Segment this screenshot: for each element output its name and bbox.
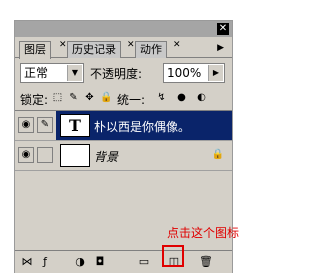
layer-thumbnail (60, 144, 90, 167)
lock-brush-icon[interactable]: ✎ (68, 92, 79, 103)
new-group-icon[interactable]: ▭ (137, 255, 151, 269)
panel-titlebar[interactable]: ✕ (15, 21, 232, 37)
layers-bottom-toolbar: ⋈ ƒ ◑ ◘ ▭ ◫ 🗑 (15, 250, 232, 273)
mask-icon[interactable]: ◘ (93, 255, 107, 269)
tab-close-icon[interactable]: ✕ (173, 40, 181, 50)
fill-adjust-icon[interactable]: ◑ (73, 255, 87, 269)
tab-close-icon[interactable]: ✕ (127, 40, 135, 50)
tab-layers[interactable]: 图层 (19, 41, 51, 59)
unify-style-icon[interactable]: ◐ (196, 92, 207, 103)
layer-thumbnail: T (60, 114, 90, 137)
panel-menu-arrow-icon[interactable]: ▶ (217, 43, 224, 53)
layer-content[interactable]: 背景 🔒 (56, 141, 232, 170)
eye-icon[interactable]: ◉ (18, 147, 34, 163)
unify-visibility-icon[interactable]: ● (176, 92, 187, 103)
lock-row: 锁定: ⬚ ✎ ✥ 🔒 统一: ↯ ● ◐ (20, 91, 230, 107)
opacity-stepper-icon[interactable]: ▶ (208, 65, 223, 81)
layer-row[interactable]: ◉ 背景 🔒 (15, 141, 232, 171)
opacity-label: 不透明度: (90, 67, 143, 81)
trash-icon[interactable]: 🗑 (199, 255, 213, 269)
layer-style-icon[interactable]: ƒ (38, 255, 52, 269)
chevron-down-icon[interactable]: ▼ (67, 65, 82, 81)
link-layers-icon[interactable]: ⋈ (20, 255, 34, 269)
lock-move-icon[interactable]: ✥ (84, 92, 95, 103)
layer-row[interactable]: ◉ ✎ T 朴以西是你偶像。 (15, 111, 232, 141)
highlight-box (162, 245, 184, 267)
opacity-input[interactable]: 100% ▶ (163, 63, 225, 83)
blend-opacity-row: 正常 ▼ 不透明度: 100% ▶ (20, 63, 228, 85)
tab-close-icon[interactable]: ✕ (59, 40, 67, 50)
tab-actions[interactable]: 动作 (135, 41, 167, 58)
layer-content[interactable]: T 朴以西是你偶像。 (56, 111, 232, 140)
link-slot[interactable] (37, 147, 53, 163)
lock-transparent-icon[interactable]: ⬚ (52, 92, 63, 103)
eye-icon[interactable]: ◉ (18, 117, 34, 133)
brush-icon[interactable]: ✎ (37, 117, 53, 133)
layer-name: 朴以西是你偶像。 (94, 120, 191, 134)
layer-name: 背景 (94, 150, 119, 164)
blend-mode-select[interactable]: 正常 ▼ (20, 63, 84, 83)
unify-label: 统一: (117, 93, 146, 107)
lock-all-icon[interactable]: 🔒 (100, 92, 112, 103)
lock-icon: 🔒 (211, 149, 224, 160)
annotation-callout: 点击这个图标 (167, 226, 240, 240)
lock-label: 锁定: (20, 93, 49, 107)
tab-history[interactable]: 历史记录 (67, 41, 121, 58)
unify-position-icon[interactable]: ↯ (156, 92, 167, 103)
panel-tabs: 图层 ✕ 历史记录 ✕ 动作 ✕ (15, 39, 232, 59)
close-icon[interactable]: ✕ (217, 23, 229, 35)
